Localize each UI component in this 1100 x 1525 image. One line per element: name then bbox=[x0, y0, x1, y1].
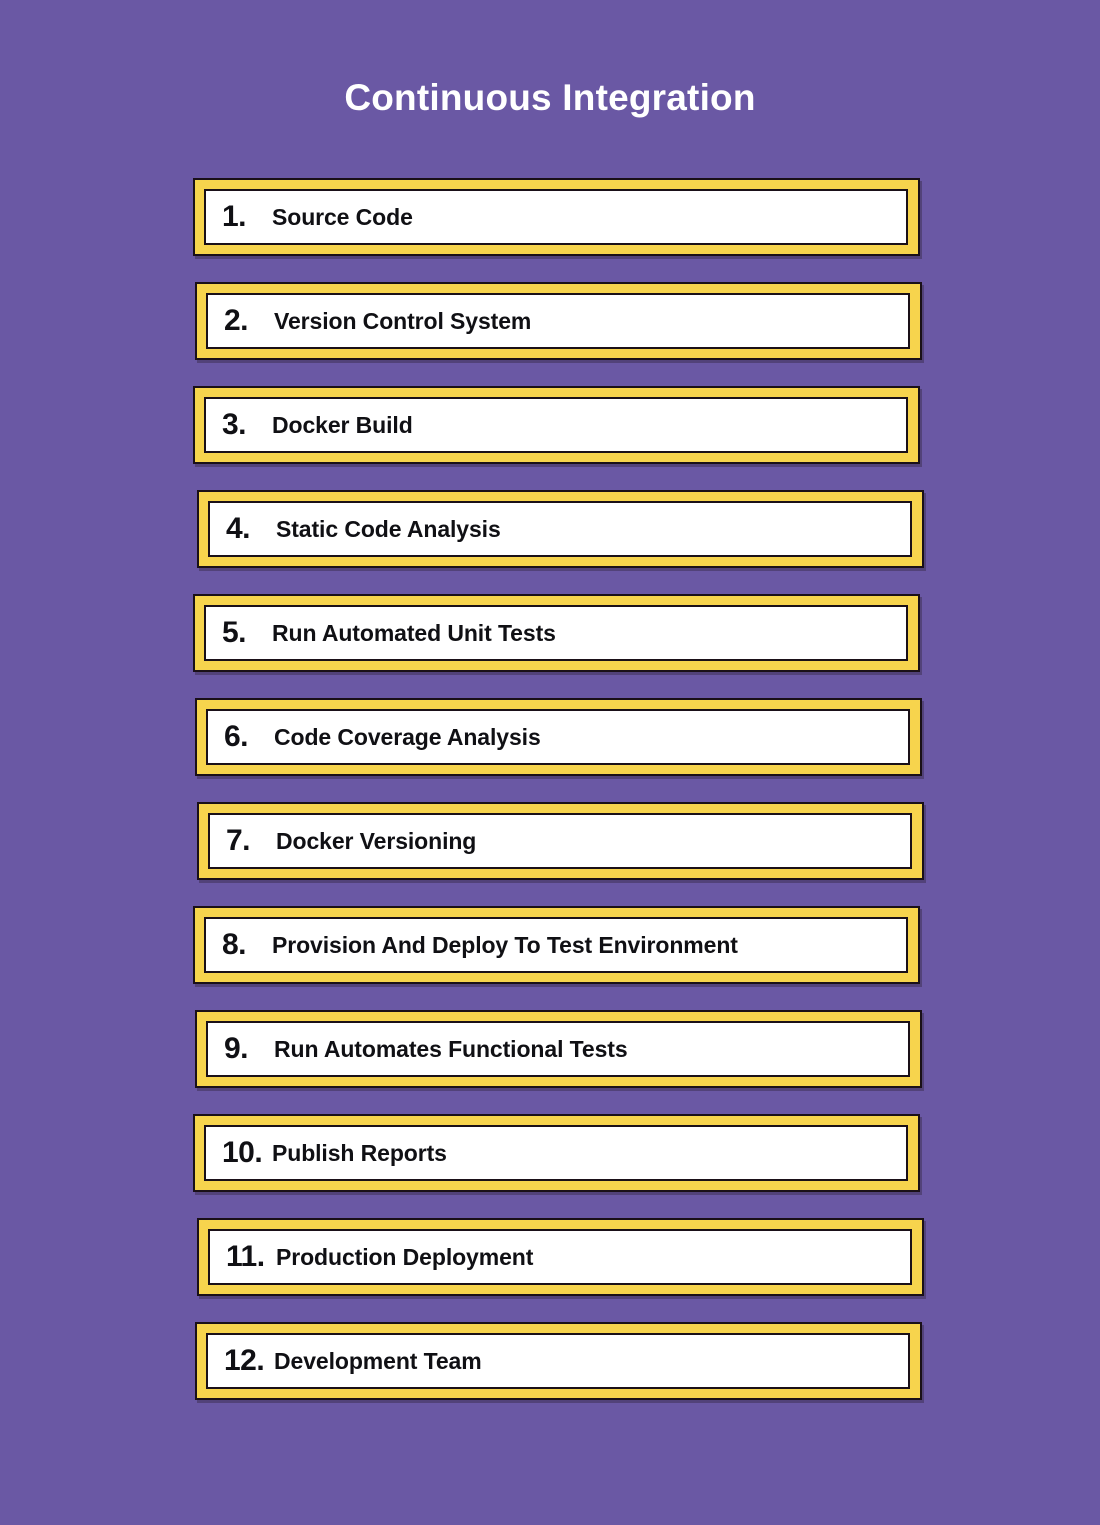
step-card-inner: 12. Development Team bbox=[206, 1333, 910, 1389]
step-number: 7. bbox=[226, 824, 251, 857]
step-number: 4. bbox=[226, 512, 251, 545]
step-label: Run Automates Functional Tests bbox=[274, 1036, 628, 1062]
step-number: 5. bbox=[222, 616, 247, 649]
page-title: Continuous Integration bbox=[344, 77, 756, 118]
step-card-3[interactable]: 3. Docker Build bbox=[193, 386, 920, 464]
step-card-inner: 5. Run Automated Unit Tests bbox=[204, 605, 908, 661]
step-card-2[interactable]: 2. Version Control System bbox=[195, 282, 922, 360]
step-label: Publish Reports bbox=[272, 1140, 447, 1166]
step-number: 6. bbox=[224, 720, 249, 753]
step-label: Docker Versioning bbox=[276, 828, 477, 854]
step-card-inner: 10. Publish Reports bbox=[204, 1125, 908, 1181]
step-label: Run Automated Unit Tests bbox=[272, 620, 556, 646]
step-card-inner: 4. Static Code Analysis bbox=[208, 501, 912, 557]
step-number: 3. bbox=[222, 408, 247, 441]
step-card-11[interactable]: 11. Production Deployment bbox=[197, 1218, 924, 1296]
infographic-page: Continuous Integration 1. Source Code 2.… bbox=[0, 0, 1100, 1525]
step-label: Static Code Analysis bbox=[276, 516, 501, 542]
step-card-inner: 6. Code Coverage Analysis bbox=[206, 709, 910, 765]
step-card-inner: 2. Version Control System bbox=[206, 293, 910, 349]
step-number: 10. bbox=[222, 1136, 263, 1169]
step-label: Docker Build bbox=[272, 412, 413, 438]
step-label: Provision And Deploy To Test Environment bbox=[272, 932, 738, 958]
step-number: 9. bbox=[224, 1032, 249, 1065]
step-card-10[interactable]: 10. Publish Reports bbox=[193, 1114, 920, 1192]
step-card-5[interactable]: 5. Run Automated Unit Tests bbox=[193, 594, 920, 672]
step-number: 11. bbox=[226, 1240, 265, 1273]
step-card-7[interactable]: 7. Docker Versioning bbox=[197, 802, 924, 880]
step-number: 1. bbox=[222, 200, 247, 233]
step-card-9[interactable]: 9. Run Automates Functional Tests bbox=[195, 1010, 922, 1088]
steps-list: 1. Source Code 2. Version Control System… bbox=[193, 178, 924, 1426]
step-card-inner: 7. Docker Versioning bbox=[208, 813, 912, 869]
step-card-inner: 9. Run Automates Functional Tests bbox=[206, 1021, 910, 1077]
step-card-inner: 11. Production Deployment bbox=[208, 1229, 912, 1285]
step-card-12[interactable]: 12. Development Team bbox=[195, 1322, 922, 1400]
step-card-6[interactable]: 6. Code Coverage Analysis bbox=[195, 698, 922, 776]
step-number: 8. bbox=[222, 928, 247, 961]
step-label: Version Control System bbox=[274, 308, 532, 334]
step-card-inner: 8. Provision And Deploy To Test Environm… bbox=[204, 917, 908, 973]
step-number: 2. bbox=[224, 304, 249, 337]
step-number: 12. bbox=[224, 1344, 265, 1377]
step-label: Production Deployment bbox=[276, 1244, 534, 1270]
step-label: Development Team bbox=[274, 1348, 482, 1374]
step-card-inner: 1. Source Code bbox=[204, 189, 908, 245]
step-card-inner: 3. Docker Build bbox=[204, 397, 908, 453]
step-card-4[interactable]: 4. Static Code Analysis bbox=[197, 490, 924, 568]
step-label: Code Coverage Analysis bbox=[274, 724, 541, 750]
step-card-1[interactable]: 1. Source Code bbox=[193, 178, 920, 256]
step-card-8[interactable]: 8. Provision And Deploy To Test Environm… bbox=[193, 906, 920, 984]
step-label: Source Code bbox=[272, 204, 413, 230]
